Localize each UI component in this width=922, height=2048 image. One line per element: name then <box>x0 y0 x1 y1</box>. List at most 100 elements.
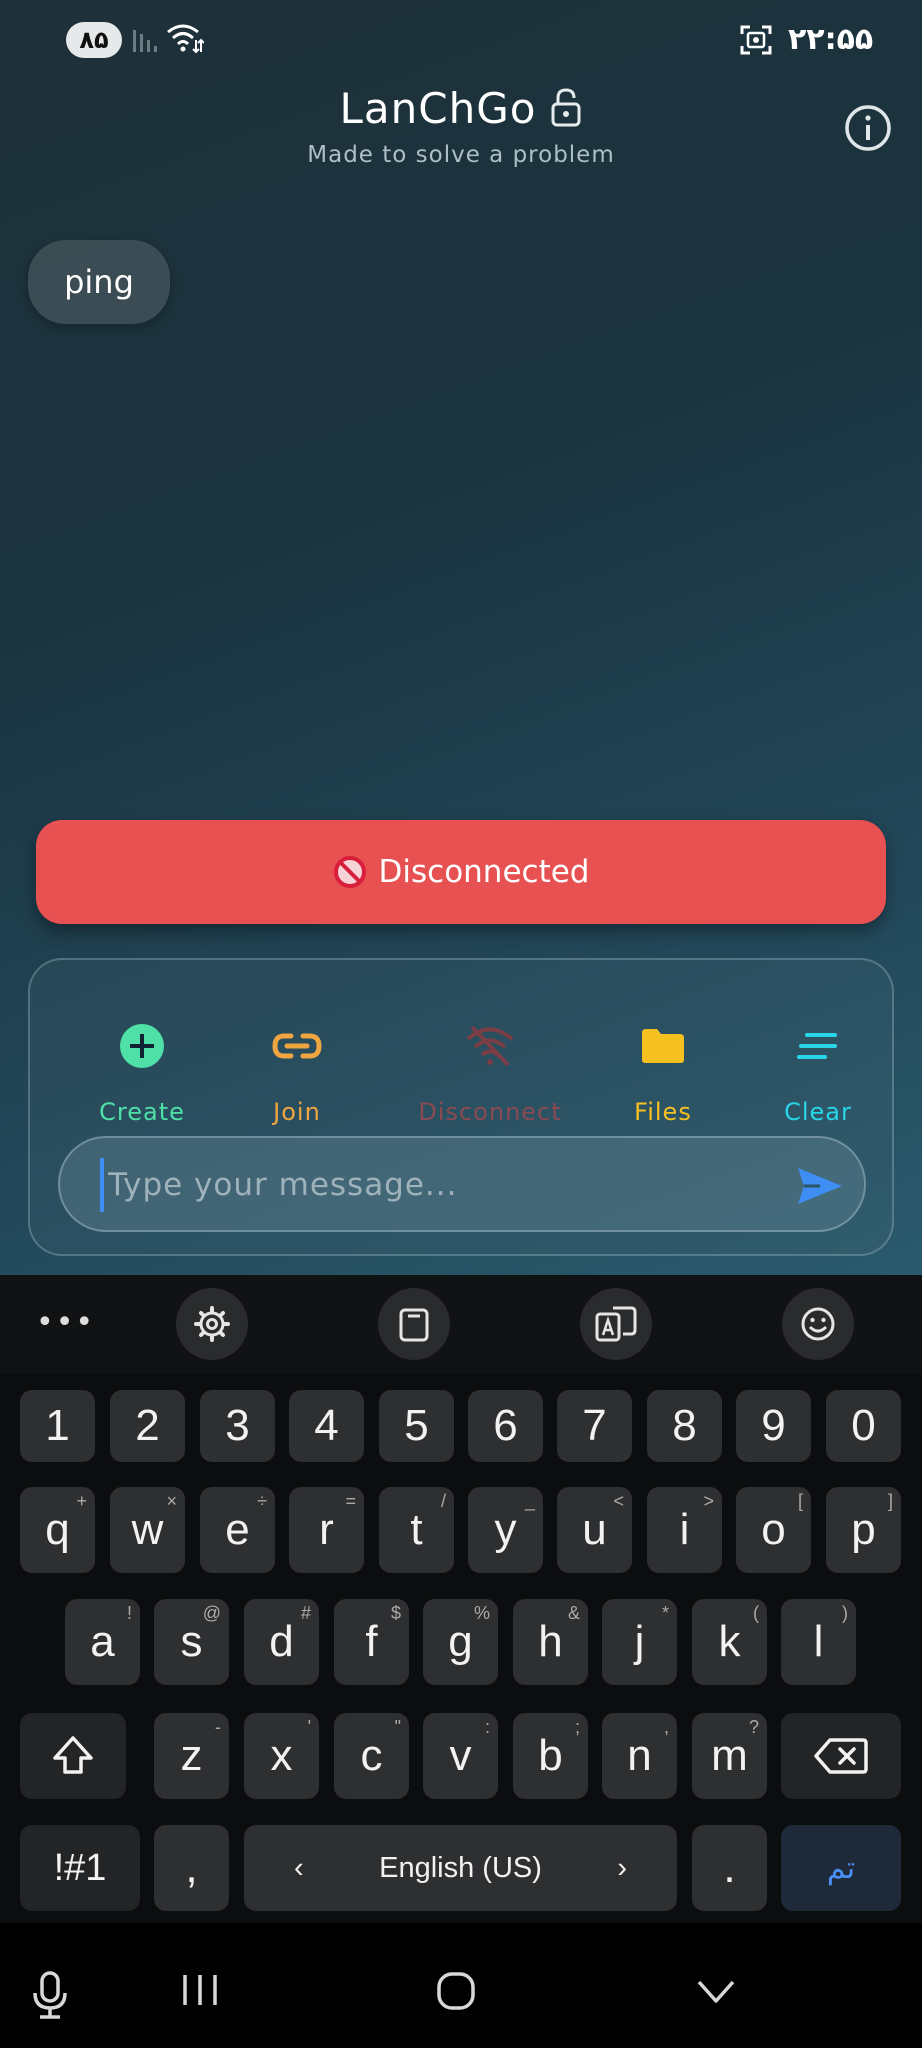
key-y-alt: _ <box>524 1491 535 1511</box>
prohibited-icon <box>333 856 366 888</box>
app-subtitle: Made to solve a problem <box>307 142 615 168</box>
key-e-label: e <box>225 1505 250 1554</box>
keyboard-settings-button[interactable] <box>176 1288 248 1360</box>
key-p[interactable]: p] <box>826 1487 901 1573</box>
files-button[interactable]: Files <box>583 1016 743 1126</box>
create-button[interactable]: Create <box>62 1016 222 1126</box>
clear-button[interactable]: Clear <box>738 1016 898 1126</box>
app-title: LanChGo <box>0 84 922 133</box>
join-button[interactable]: Join <box>217 1016 377 1126</box>
info-icon[interactable] <box>844 104 892 152</box>
key-y[interactable]: y _ <box>468 1487 543 1573</box>
key-z-label: z <box>180 1731 203 1780</box>
disconnect-button[interactable]: Disconnect <box>383 1016 597 1126</box>
key-i-label: i <box>679 1505 690 1554</box>
key-c-alt: " <box>394 1717 401 1737</box>
message-input[interactable] <box>100 1158 760 1212</box>
recent-apps-icon[interactable] <box>180 1973 220 2007</box>
comma-key[interactable]: , <box>154 1825 229 1911</box>
key-n[interactable]: n, <box>602 1713 677 1799</box>
key-h[interactable]: h & <box>513 1599 588 1685</box>
key-t-alt: / <box>440 1491 446 1511</box>
language-next-icon[interactable]: › <box>617 1852 627 1885</box>
add-circle-icon <box>120 1024 164 1068</box>
key-x-label: x <box>270 1731 293 1780</box>
chevron-down-icon[interactable] <box>696 1979 736 2005</box>
app-screen: ۸۵ ۲۲:۵۵ LanChGo Made to solve a problem <box>0 0 922 1275</box>
key-b[interactable]: b; <box>513 1713 588 1799</box>
key-q[interactable]: q + <box>20 1487 95 1573</box>
key-e-alt: ÷ <box>257 1491 267 1511</box>
key-e[interactable]: e ÷ <box>200 1487 275 1573</box>
key-z[interactable]: z- <box>154 1713 229 1799</box>
clock: ۲۲:۵۵ <box>788 22 874 57</box>
key-l[interactable]: l) <box>781 1599 856 1685</box>
shift-key[interactable] <box>20 1713 126 1799</box>
key-x[interactable]: x ' <box>244 1713 319 1799</box>
space-bar[interactable]: ‹ English (US) › <box>244 1825 677 1911</box>
key-4[interactable]: 4 <box>289 1390 364 1462</box>
clipboard-button[interactable] <box>378 1288 450 1360</box>
send-icon[interactable] <box>796 1166 844 1206</box>
key-l-label: l <box>813 1617 824 1666</box>
microphone-icon[interactable] <box>32 1971 68 2019</box>
home-icon[interactable] <box>436 1971 476 2011</box>
key-i[interactable]: i > <box>647 1487 722 1573</box>
key-r[interactable]: r = <box>289 1487 364 1573</box>
key-m-label: m <box>711 1731 748 1780</box>
key-m[interactable]: m? <box>692 1713 767 1799</box>
done-key[interactable]: تم <box>781 1825 901 1911</box>
key-0[interactable]: 0 <box>826 1390 901 1462</box>
key-t-label: t <box>410 1505 423 1554</box>
action-panel: Create Join Disconnect Files Clear Type … <box>28 958 894 1256</box>
key-a[interactable]: a! <box>65 1599 140 1685</box>
period-key[interactable]: . <box>692 1825 767 1911</box>
symbols-key[interactable]: !#1 <box>20 1825 140 1911</box>
key-k[interactable]: k( <box>692 1599 767 1685</box>
join-label: Join <box>273 1098 321 1126</box>
key-a-alt: ! <box>126 1603 132 1623</box>
emoji-button[interactable] <box>782 1288 854 1360</box>
key-x-alt: ' <box>307 1717 311 1737</box>
key-1[interactable]: 1 <box>20 1390 95 1462</box>
key-g[interactable]: g% <box>423 1599 498 1685</box>
key-r-label: r <box>319 1505 334 1554</box>
app-title-text: LanChGo <box>339 84 537 133</box>
key-h-alt: & <box>567 1603 580 1623</box>
key-7[interactable]: 7 <box>557 1390 632 1462</box>
key-3[interactable]: 3 <box>200 1390 275 1462</box>
connection-status-text: Disconnected <box>378 854 590 890</box>
key-6[interactable]: 6 <box>468 1390 543 1462</box>
key-c[interactable]: c " <box>334 1713 409 1799</box>
action-bar: Create Join Disconnect Files Clear <box>30 1016 896 1136</box>
more-options-icon[interactable]: ••• <box>36 1305 95 1340</box>
message-bubble[interactable]: ping <box>28 240 170 324</box>
key-o[interactable]: o[ <box>736 1487 811 1573</box>
key-b-label: b <box>538 1731 563 1780</box>
language-prev-icon[interactable]: ‹ <box>294 1852 304 1885</box>
key-f[interactable]: f $ <box>334 1599 409 1685</box>
translate-button[interactable] <box>580 1288 652 1360</box>
wifi-icon <box>167 24 204 54</box>
wifi-off-icon <box>466 1025 514 1067</box>
key-2[interactable]: 2 <box>110 1390 185 1462</box>
key-p-label: p <box>851 1505 876 1554</box>
key-s[interactable]: s @ <box>154 1599 229 1685</box>
key-v[interactable]: v: <box>423 1713 498 1799</box>
key-j[interactable]: j * <box>602 1599 677 1685</box>
key-c-label: c <box>360 1731 383 1780</box>
key-8[interactable]: 8 <box>647 1390 722 1462</box>
backspace-key[interactable] <box>781 1713 901 1799</box>
key-i-alt: > <box>703 1491 714 1511</box>
key-5[interactable]: 5 <box>379 1390 454 1462</box>
clear-lines-icon <box>797 1033 837 1059</box>
key-w[interactable]: w × <box>110 1487 185 1573</box>
key-u[interactable]: u < <box>557 1487 632 1573</box>
key-b-alt: ; <box>574 1717 580 1737</box>
key-9[interactable]: 9 <box>736 1390 811 1462</box>
key-n-label: n <box>627 1731 652 1780</box>
key-f-alt: $ <box>390 1603 401 1623</box>
battery-indicator: ۸۵ <box>66 22 122 58</box>
key-d[interactable]: d # <box>244 1599 319 1685</box>
key-t[interactable]: t / <box>379 1487 454 1573</box>
